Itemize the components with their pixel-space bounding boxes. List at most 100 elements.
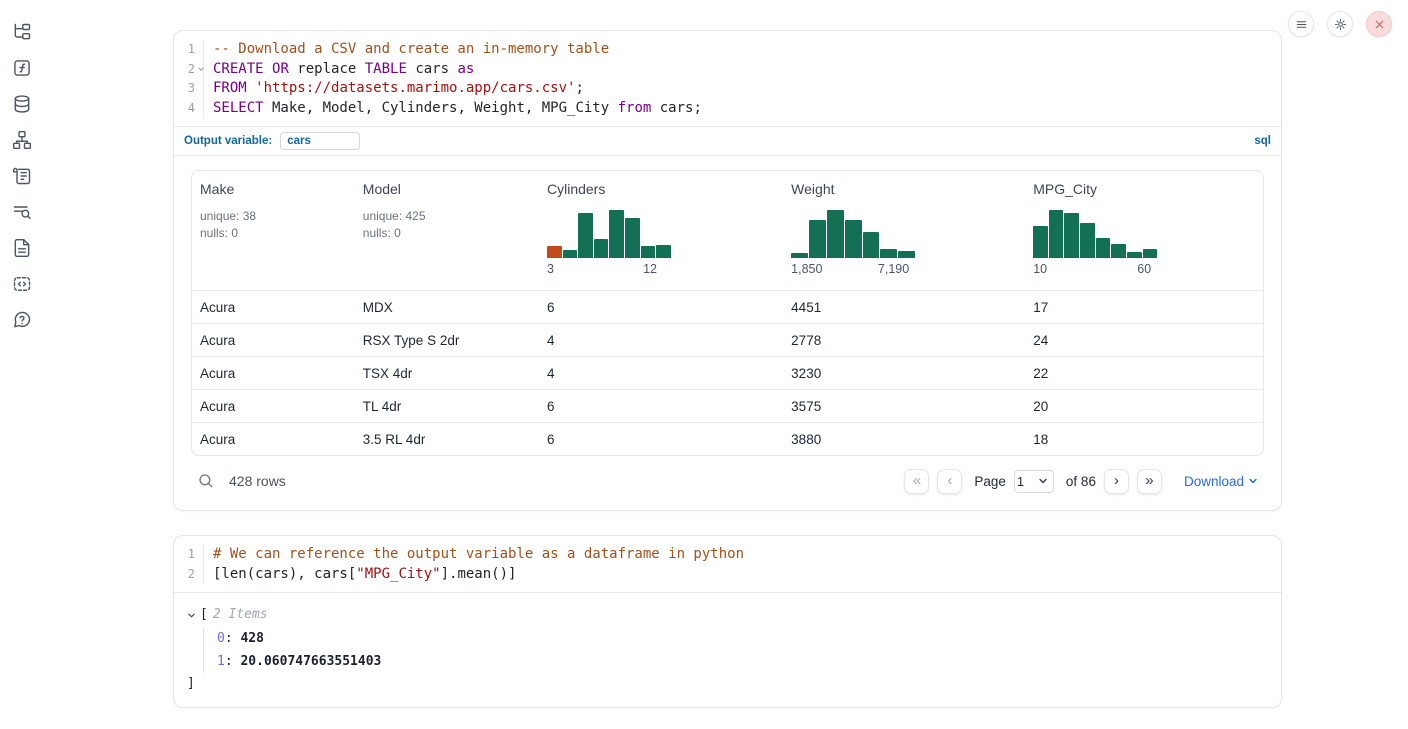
notebook-actions [1288,11,1392,37]
code-line[interactable]: 2[len(cars), cars["MPG_City"].mean()] [174,565,1281,585]
column-header-mpg-city[interactable]: MPG_City 10 60 [1025,171,1263,290]
unique-stat: unique: 425 [363,208,531,225]
code-line[interactable]: 1-- Download a CSV and create an in-memo… [174,40,1281,60]
tree-open-bracket: [ [200,605,208,625]
table-cell: 4451 [783,300,1025,315]
unique-stat: unique: 38 [200,208,347,225]
table-cell: 18 [1025,432,1263,447]
dependencies-icon[interactable] [12,130,32,150]
hist-bar [656,245,671,258]
table-cell: TL 4dr [355,399,539,414]
table-cell: Acura [192,300,355,315]
python-code-editor[interactable]: 1# We can reference the output variable … [174,536,1281,592]
hist-bar [625,218,640,258]
hist-max-label: 12 [643,262,657,276]
tracebacks-icon[interactable] [12,166,32,186]
hist-max-label: 7,190 [878,262,909,276]
table-cell: 24 [1025,333,1263,348]
sql-code-editor[interactable]: 1-- Download a CSV and create an in-memo… [174,31,1281,126]
code-line[interactable]: 3FROM 'https://datasets.marimo.app/cars.… [174,79,1281,99]
table-cell: 6 [539,432,783,447]
shutdown-button[interactable] [1366,11,1392,37]
hist-bar [594,239,609,258]
file-explorer-icon[interactable] [12,22,32,42]
hist-bar [578,213,593,258]
hist-bar [641,246,656,258]
line-number: 1 [174,545,204,565]
hist-bar [1033,226,1048,258]
page-select[interactable]: 1 [1014,470,1054,493]
table-cell: 22 [1025,366,1263,381]
table-cell: Acura [192,366,355,381]
sql-cell-footer: Output variable: sql [174,126,1281,155]
datasources-icon[interactable] [12,94,32,114]
pagination: « ‹ Page 1 of 86 › » Dow [904,469,1258,494]
hist-bar [1049,210,1064,258]
hist-bar [1143,249,1158,258]
weight-histogram: 1,850 7,190 [791,210,915,276]
chevron-down-icon [1248,476,1258,486]
prev-page-button[interactable]: ‹ [937,469,962,494]
code-line[interactable]: 1# We can reference the output variable … [174,545,1281,565]
table-row[interactable]: Acura3.5 RL 4dr6388018 [192,422,1263,455]
helper-panel-sidebar [0,0,44,330]
table-row[interactable]: AcuraTSX 4dr4323022 [192,356,1263,389]
table-row[interactable]: AcuraTL 4dr6357520 [192,389,1263,422]
code-line[interactable]: 4SELECT Make, Model, Cylinders, Weight, … [174,99,1281,119]
mpg-city-histogram: 10 60 [1033,210,1157,276]
hist-bar [1080,223,1095,258]
table-cell: Acura [192,333,355,348]
hist-min-label: 1,850 [791,262,822,276]
snippets-icon[interactable] [12,274,32,294]
output-variable-input[interactable] [280,132,360,150]
hist-max-label: 60 [1137,262,1151,276]
line-number: 2 [174,60,204,80]
settings-button[interactable] [1327,11,1353,37]
download-button[interactable]: Download [1184,474,1258,489]
line-number: 3 [174,79,204,99]
column-header-weight[interactable]: Weight 1,850 7,190 [783,171,1025,290]
table-footer: 428 rows « ‹ Page 1 of 86 › [191,468,1264,494]
tree-close-bracket: ] [187,675,1265,693]
column-header-cylinders[interactable]: Cylinders 3 12 [539,171,783,290]
tree-item-count: 2 Items [213,605,268,625]
python-cell: 1# We can reference the output variable … [173,535,1282,708]
table-body: AcuraMDX6445117AcuraRSX Type S 2dr427782… [192,290,1263,455]
table-row[interactable]: AcuraMDX6445117 [192,290,1263,323]
menu-button[interactable] [1288,11,1314,37]
last-page-button[interactable]: » [1137,469,1162,494]
table-row[interactable]: AcuraRSX Type S 2dr4277824 [192,323,1263,356]
line-number: 2 [174,565,204,585]
next-page-button[interactable]: › [1104,469,1129,494]
hist-bar [547,246,562,258]
logs-icon[interactable] [12,202,32,222]
first-page-button[interactable]: « [904,469,929,494]
table-cell: TSX 4dr [355,366,539,381]
hist-bar [863,232,880,258]
hist-bar [609,210,624,258]
code-line[interactable]: 2CREATE OR replace TABLE cars as [174,60,1281,80]
line-number: 4 [174,99,204,119]
documentation-icon[interactable] [12,238,32,258]
page-select-input[interactable]: 1 [1017,474,1033,489]
table-cell: Acura [192,432,355,447]
table-cell: 17 [1025,300,1263,315]
tree-collapse-icon[interactable] [187,611,200,620]
hist-bar [809,220,826,258]
column-header-make[interactable]: Make unique: 38 nulls: 0 [192,171,355,290]
table-cell: 6 [539,399,783,414]
hist-bar [1127,252,1142,258]
page-total-label: of 86 [1066,474,1096,489]
fold-chevron-icon[interactable] [197,65,205,73]
search-icon[interactable] [197,472,215,490]
hist-bar [563,250,578,258]
nulls-stat: nulls: 0 [200,225,347,242]
table-cell: 4 [539,333,783,348]
tree-item: 1: 20.060747663551403 [217,651,1265,674]
column-header-model[interactable]: Model unique: 425 nulls: 0 [355,171,539,290]
variables-icon[interactable] [12,58,32,78]
table-cell: 6 [539,300,783,315]
tree-item: 0: 428 [217,628,1265,651]
nulls-stat: nulls: 0 [363,225,531,242]
chat-help-icon[interactable] [12,310,32,330]
